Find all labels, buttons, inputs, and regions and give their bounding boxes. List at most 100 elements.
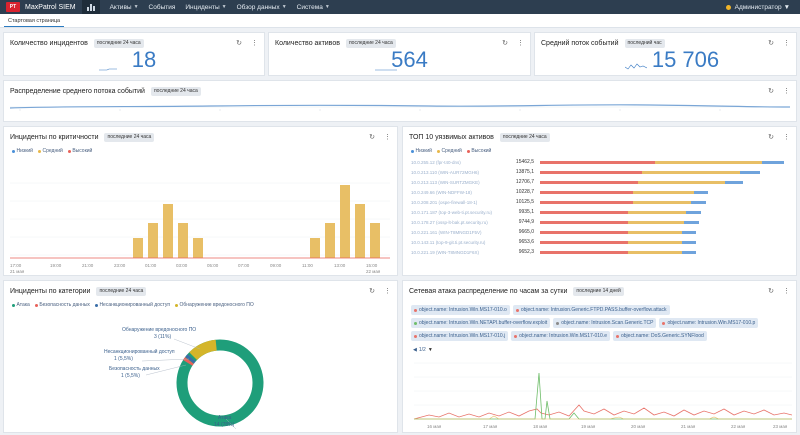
asset-name[interactable]: 10.0.171.187 (top-3-web-ti.pt.security.r… [411,210,506,215]
more-icon[interactable]: ⋮ [783,133,790,141]
legend-item-low[interactable]: Низкий [12,148,33,154]
legend-item-data-security[interactable]: Безопасность данных [34,302,90,308]
asset-row[interactable]: 10.0.213.110 (WIN-AUR72MGH6) 13875,1 [411,168,784,176]
asset-row[interactable]: 10.0.249.66 (WIN-NDFFW-18) 10228,7 [411,188,784,196]
filter-chip[interactable]: object.name: DoS.Generic.SYNFlood [612,331,707,341]
legend-item-malware[interactable]: Обнаружение вредоносного ПО [175,302,254,308]
asset-row[interactable]: 10.0.171.187 (top-3-web-ti.pt.security.r… [411,208,784,216]
asset-row[interactable]: 10.0.213.113 (WIN-SURTZMGKE) 12706,7 [411,178,784,186]
dashboard-nav-button[interactable] [81,0,100,14]
legend-item-medium[interactable]: Средний [37,148,63,154]
filter-chip[interactable]: object.name: Intrusion.Scan.Generic.TCP [553,318,657,328]
refresh-icon[interactable]: ↻ [768,87,774,95]
refresh-icon[interactable]: ↻ [502,39,508,47]
x-tick: 19 мая [581,424,596,429]
more-icon[interactable]: ⋮ [251,39,258,47]
more-icon[interactable]: ⋮ [783,287,790,295]
asset-bar [540,220,784,224]
legend-item-unauthorized-access[interactable]: Несанкционированный доступ [94,302,171,308]
more-icon[interactable]: ⋮ [384,287,391,295]
nav-assets[interactable]: Активы ▼ [110,4,139,11]
refresh-icon[interactable]: ↻ [369,287,375,295]
nav-system[interactable]: Система ▼ [297,4,330,11]
asset-name[interactable]: 10.0.143.11 (top-9-git.ti.pt.security.ru… [411,240,506,245]
legend-label: Несанкционированный доступ [99,302,171,308]
legend-label: Средний [441,148,462,154]
asset-row[interactable]: 10.0.178.27 (ossp-lt-bak.pt.security.ru)… [411,218,784,226]
asset-row[interactable]: 10.0.221.161 (WIN-T8MNGD1F5V) 9665,0 [411,228,784,236]
chart-bar [310,238,320,258]
asset-name[interactable]: 10.0.178.27 (ossp-lt-bak.pt.security.ru) [411,220,506,225]
asset-name[interactable]: 10.0.213.110 (WIN-AUR72MGH6) [411,170,506,175]
period-badge[interactable]: последние 24 часа [96,286,147,296]
asset-bar [540,250,784,254]
period-badge[interactable]: последние 24 часа [104,132,155,142]
asset-name[interactable]: 10.0.221.19 (WIN-T8MNGD1F6X) [411,250,506,255]
nav-label: Активы [109,3,132,11]
filter-chip[interactable]: object.name: Intrusion.Win.MS17-010.o [411,305,510,315]
more-icon[interactable]: ⋮ [384,133,391,141]
asset-bar [540,210,784,214]
widget-event-flow: Средний поток событий последний час ↻ ⋮ … [534,32,797,76]
legend-item-low[interactable]: Низкий [411,148,432,154]
legend-label: Атака [16,302,30,308]
asset-score: 10125,5 [515,199,534,205]
asset-row[interactable]: 10.0.208.201 (ospe-firewall-18-1) 10125,… [411,198,784,206]
period-badge[interactable]: последние 24 часа [150,86,201,96]
x-tick: 20 мая [631,424,646,429]
legend-item-attack[interactable]: Атака [12,302,30,308]
nav-events[interactable]: События [149,4,176,11]
bar-chart-icon [86,3,95,11]
filter-chip[interactable]: object.name: Intrusion.Win.NETAPI.buffer… [411,318,551,328]
asset-name[interactable]: 10.0.221.161 (WIN-T8MNGD1F5V) [411,230,506,235]
flow-chart [10,104,790,111]
severity-bar-chart: 17:00 21 мая 19:00 21:00 23:00 01:00 03:… [10,182,390,274]
nav-data-overview[interactable]: Обзор данных ▼ [237,4,287,11]
more-icon[interactable]: ⋮ [783,87,790,95]
legend-item-medium[interactable]: Средний [436,148,462,154]
refresh-icon[interactable]: ↻ [236,39,242,47]
filter-chips: object.name: Intrusion.Win.MS17-010.o ob… [411,305,786,341]
refresh-icon[interactable]: ↻ [768,287,774,295]
filter-label: object.name: Intrusion.Generic.FTPD.PASS… [520,307,667,313]
slice-label: 1 (5,5%) [121,373,140,379]
chart-bar [148,223,158,258]
x-tick: 21:00 [82,263,94,268]
filter-label: object.name: Intrusion.Win.MS17-010.o [419,307,507,313]
chart-legend: Низкий Средний Высокий [12,148,92,154]
asset-name[interactable]: 10.0.213.113 (WIN-SURTZMGKE) [411,180,506,185]
filter-chip[interactable]: object.name: Intrusion.Win.MS17-010.j [411,331,509,341]
more-icon[interactable]: ⋮ [517,39,524,47]
filter-chip[interactable]: object.name: Intrusion.Win.MS17-010.p [659,318,759,328]
asset-row[interactable]: 10.0.221.19 (WIN-T8MNGD1F6X) 9652,3 [411,248,784,256]
asset-name[interactable]: 10.0.249.66 (WIN-NDFFW-18) [411,190,506,195]
x-tick: 22 мая [731,424,746,429]
asset-row[interactable]: 10.0.255.12 (fpr-t40-dns) 15462,5 [411,158,784,166]
user-menu[interactable]: Администратор ▼ [735,4,790,11]
tab-start-page[interactable]: Стартовая страница [4,16,65,27]
asset-name[interactable]: 10.0.255.12 (fpr-t40-dns) [411,160,506,165]
x-tick: 21 мая [10,269,25,274]
asset-bar [540,230,784,234]
more-icon[interactable]: ⋮ [783,39,790,47]
x-tick: 23:00 [114,263,126,268]
filter-label: object.name: DoS.Generic.SYNFlood [620,333,704,339]
filter-chip[interactable]: object.name: Intrusion.Generic.FTPD.PASS… [512,305,670,315]
asset-name[interactable]: 10.0.208.201 (ospe-firewall-18-1) [411,200,506,205]
nav-incidents[interactable]: Инциденты ▼ [185,4,226,11]
legend-item-high[interactable]: Высокий [466,148,492,154]
period-badge[interactable]: последние 14 дней [573,286,624,296]
chart-bar [340,185,350,258]
legend-label: Высокий [471,148,492,154]
refresh-icon[interactable]: ↻ [768,39,774,47]
chart-bar [178,223,188,258]
refresh-icon[interactable]: ↻ [768,133,774,141]
refresh-icon[interactable]: ↻ [369,133,375,141]
chart-bar [133,238,143,258]
legend-item-high[interactable]: Высокий [67,148,92,154]
nav-label: Инциденты [185,3,220,11]
filter-chip[interactable]: object.name: Intrusion.Win.MS17-010.e [511,331,610,341]
period-badge[interactable]: последние 24 часа [499,132,550,142]
x-tick: 17:00 [10,263,22,268]
asset-row[interactable]: 10.0.143.11 (top-9-git.ti.pt.security.ru… [411,238,784,246]
